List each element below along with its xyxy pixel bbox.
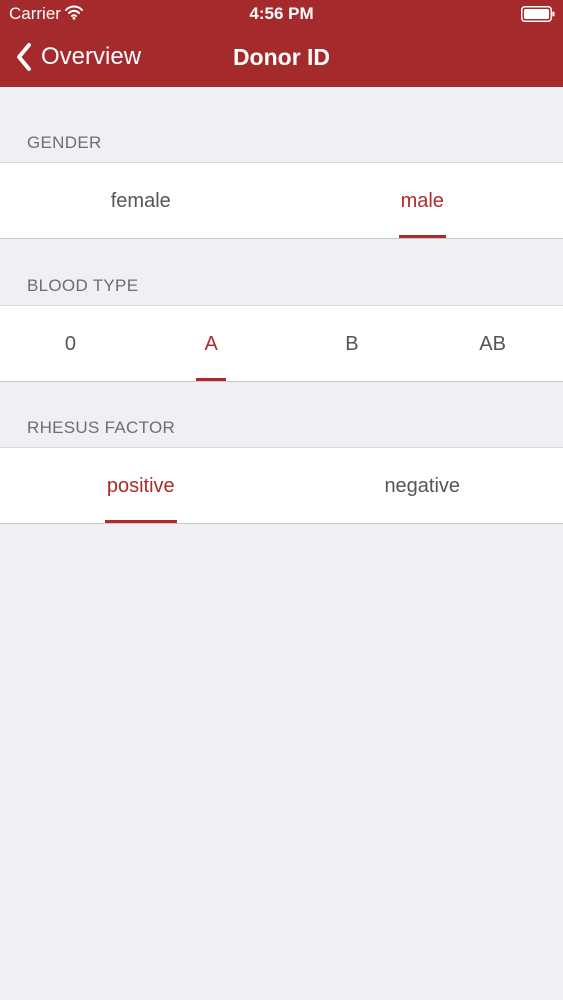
blood-type-option-a[interactable]: A [141,306,282,381]
navigation-bar: Overview Donor ID [0,28,563,87]
gender-option-female[interactable]: female [0,163,282,238]
option-label: positive [106,474,175,497]
battery-icon [521,6,555,22]
selected-indicator [196,378,227,381]
header: Carrier 4:56 PM Overview Donor ID [0,0,563,87]
gender-option-male[interactable]: male [282,163,563,238]
status-time: 4:56 PM [249,4,314,23]
option-label: AB [479,332,506,355]
blood-type-option-b[interactable]: B [282,306,423,381]
chevron-left-icon [17,43,31,71]
rhesus-factor-segmented-control: positive negative [0,447,563,524]
selected-indicator [398,235,446,238]
blood-type-option-0[interactable]: 0 [0,306,141,381]
rhesus-option-negative[interactable]: negative [282,448,563,523]
section-label-rhesus-factor: RHESUS FACTOR [27,418,176,437]
option-label: male [400,189,444,212]
option-label: female [110,189,171,212]
blood-type-option-ab[interactable]: AB [422,306,563,381]
section-label-blood-type: BLOOD TYPE [27,276,139,295]
blood-type-segmented-control: 0 A B AB [0,305,563,382]
option-label: 0 [64,332,76,355]
selected-indicator [104,520,177,523]
section-label-gender: GENDER [27,133,102,152]
status-bar: Carrier 4:56 PM [0,0,563,28]
option-label: negative [384,474,461,497]
option-label: B [345,332,359,355]
gender-segmented-control: female male [0,162,563,239]
back-button[interactable]: Overview [14,41,141,73]
option-label: A [204,332,218,355]
back-button-label: Overview [41,43,142,70]
rhesus-option-positive[interactable]: positive [0,448,282,523]
